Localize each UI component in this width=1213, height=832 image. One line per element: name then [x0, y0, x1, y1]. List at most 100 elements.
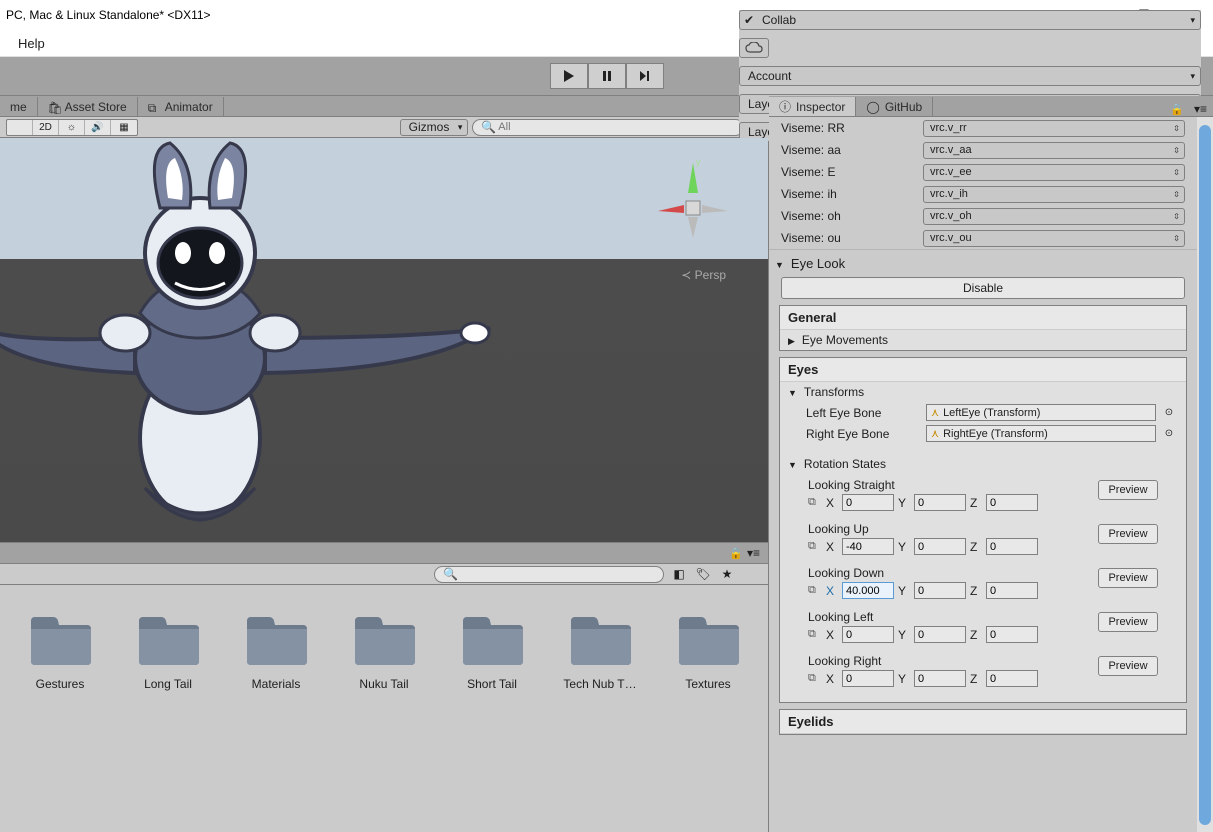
axis-y-input[interactable]: [914, 670, 966, 687]
axis-x-input[interactable]: [842, 670, 894, 687]
axis-z-input[interactable]: [986, 670, 1038, 687]
tab-asset-store[interactable]: 🛍 Asset Store: [38, 97, 138, 116]
scene-fx-toggle[interactable]: ▦: [111, 120, 137, 135]
link-icon[interactable]: ⧉: [808, 496, 822, 509]
transforms-label: Transforms: [804, 385, 864, 399]
tab-github[interactable]: ◯ GitHub: [856, 97, 933, 116]
scene-tabbar: me 🛍 Asset Store ⧉ Animator: [0, 96, 768, 117]
scene-mode-dropdown[interactable]: [7, 120, 33, 135]
asset-folder[interactable]: Materials: [236, 615, 316, 832]
preview-button[interactable]: Preview: [1098, 656, 1158, 676]
project-search[interactable]: 🔍: [434, 566, 664, 583]
axis-z-label: Z: [970, 672, 982, 686]
gizmos-dropdown[interactable]: Gizmos: [400, 119, 469, 136]
viseme-dropdown-e[interactable]: vrc.v_ee: [923, 164, 1185, 181]
left-eye-field[interactable]: ⋏LeftEye (Transform): [926, 404, 1156, 421]
general-section: General Eye Movements: [779, 305, 1187, 351]
asset-label: Nuku Tail: [359, 677, 408, 691]
asset-folder[interactable]: Gestures: [20, 615, 100, 832]
scene-light-toggle[interactable]: ☼: [59, 120, 85, 135]
tab-scene[interactable]: me: [0, 97, 38, 116]
link-icon[interactable]: ⧉: [808, 540, 822, 553]
tab-inspector[interactable]: ⓘ Inspector: [769, 97, 856, 116]
eye-look-foldout[interactable]: [775, 257, 787, 271]
inspector-lock-icon[interactable]: 🔒: [1166, 103, 1188, 116]
axis-x-input[interactable]: [842, 626, 894, 643]
axis-x-input[interactable]: [842, 494, 894, 511]
transforms-foldout[interactable]: [788, 385, 800, 399]
axis-x-label: X: [826, 540, 838, 554]
axis-y-input[interactable]: [914, 538, 966, 555]
project-search-input[interactable]: [458, 567, 655, 581]
folder-icon: [135, 615, 201, 669]
scrollbar-thumb[interactable]: [1199, 125, 1211, 825]
main-toolbar: ✔ Collab Account Layers Layout: [0, 57, 1213, 96]
asset-store-icon: 🛍: [48, 101, 60, 113]
rotation-item: Looking Right ⧉ X Y Z Preview: [780, 650, 1186, 694]
axis-z-input[interactable]: [986, 494, 1038, 511]
rotation-item: Looking Down ⧉ X Y Z Preview: [780, 562, 1186, 606]
asset-label: Long Tail: [144, 677, 192, 691]
axis-z-input[interactable]: [986, 538, 1038, 555]
search-icon: 🔍: [481, 120, 496, 134]
link-icon[interactable]: ⧉: [808, 628, 822, 641]
scrollbar[interactable]: [1197, 117, 1213, 832]
scene-viewport[interactable]: y ≺ Persp: [0, 138, 768, 542]
axis-x-input[interactable]: [842, 582, 894, 599]
scene-2d-toggle[interactable]: 2D: [33, 120, 59, 135]
asset-folder[interactable]: Long Tail: [128, 615, 208, 832]
scene-search-input[interactable]: [496, 120, 735, 134]
play-button[interactable]: [550, 63, 588, 89]
asset-folder[interactable]: Nuku Tail: [344, 615, 424, 832]
menu-help[interactable]: Help: [10, 36, 53, 51]
collab-dropdown[interactable]: ✔ Collab: [739, 10, 1201, 30]
disable-button[interactable]: Disable: [781, 277, 1185, 299]
axis-x-input[interactable]: [842, 538, 894, 555]
preview-button[interactable]: Preview: [1098, 612, 1158, 632]
favorite-icon[interactable]: ★: [718, 566, 736, 583]
link-icon[interactable]: ⧉: [808, 584, 822, 597]
step-button[interactable]: [626, 63, 664, 89]
filter-label-icon[interactable]: 🏷: [694, 566, 712, 583]
inspector-options-icon[interactable]: ▾≡: [1188, 102, 1213, 116]
preview-button[interactable]: Preview: [1098, 524, 1158, 544]
axis-z-input[interactable]: [986, 626, 1038, 643]
viseme-dropdown-rr[interactable]: vrc.v_rr: [923, 120, 1185, 137]
axis-z-input[interactable]: [986, 582, 1038, 599]
search-icon: 🔍: [443, 567, 458, 581]
inspector-icon: ⓘ: [779, 98, 791, 115]
eye-movements-foldout[interactable]: [788, 333, 798, 347]
panel-options-icon[interactable]: ▾≡: [747, 546, 760, 560]
viseme-dropdown-ih[interactable]: vrc.v_ih: [923, 186, 1185, 203]
axis-y-input[interactable]: [914, 494, 966, 511]
object-picker-icon[interactable]: ⊙: [1162, 428, 1176, 439]
eye-movements-label: Eye Movements: [802, 333, 888, 347]
axis-y-input[interactable]: [914, 626, 966, 643]
rotation-item: Looking Straight ⧉ X Y Z Preview: [780, 474, 1186, 518]
hidden-icon[interactable]: [742, 566, 760, 583]
viseme-dropdown-ou[interactable]: vrc.v_ou: [923, 230, 1185, 247]
asset-folder[interactable]: Short Tail: [452, 615, 532, 832]
axis-y-input[interactable]: [914, 582, 966, 599]
right-eye-field[interactable]: ⋏RightEye (Transform): [926, 425, 1156, 442]
preview-button[interactable]: Preview: [1098, 480, 1158, 500]
object-picker-icon[interactable]: ⊙: [1162, 407, 1176, 418]
pause-button[interactable]: [588, 63, 626, 89]
preview-button[interactable]: Preview: [1098, 568, 1158, 588]
asset-folder[interactable]: Textures: [668, 615, 748, 832]
rotation-foldout[interactable]: [788, 457, 800, 471]
viseme-dropdown-oh[interactable]: vrc.v_oh: [923, 208, 1185, 225]
lock-icon[interactable]: 🔒: [729, 547, 743, 560]
tab-animator[interactable]: ⧉ Animator: [138, 97, 224, 116]
asset-folder[interactable]: Tech Nub T…: [560, 615, 640, 832]
cloud-button[interactable]: [739, 38, 769, 58]
viseme-label: Viseme: ih: [777, 187, 917, 201]
viseme-dropdown-aa[interactable]: vrc.v_aa: [923, 142, 1185, 159]
viewport-gizmo[interactable]: y: [648, 153, 738, 243]
account-dropdown[interactable]: Account: [739, 66, 1201, 86]
transform-icon: ⋏: [931, 406, 939, 419]
scene-audio-toggle[interactable]: 🔊: [85, 120, 111, 135]
filter-type-icon[interactable]: ◧: [670, 566, 688, 583]
link-icon[interactable]: ⧉: [808, 672, 822, 685]
scene-search[interactable]: 🔍: [472, 119, 744, 136]
